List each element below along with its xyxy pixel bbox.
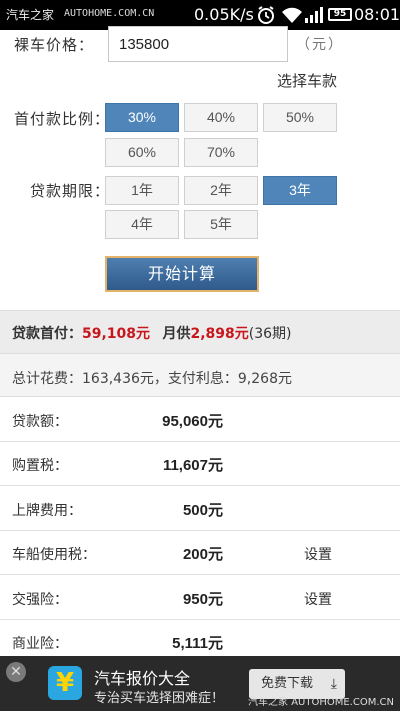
term-option-4[interactable]: 4年: [105, 210, 179, 239]
ad-subtitle: 专治买车选择困难症！: [94, 691, 225, 706]
payment-summary: 贷款首付：59,108元 月供2,898元(36期): [0, 310, 400, 354]
close-icon[interactable]: ✕: [6, 662, 26, 682]
detail-row-registration-fee: 上牌费用： 500元: [0, 487, 400, 531]
compulsory-insurance-settings-link[interactable]: 设置: [304, 589, 332, 609]
row-value: 950元: [182, 591, 223, 608]
choose-model-link[interactable]: 选择车款: [277, 70, 337, 91]
row-label: 购置税：: [12, 458, 68, 474]
row-value: 95,060元: [162, 413, 223, 430]
monthly-payment-label: 月供: [162, 326, 191, 342]
detail-row-purchase-tax: 购置税： 11,607元: [0, 442, 400, 486]
ad-title: 汽车报价大全: [94, 669, 191, 688]
alarm-icon: [258, 6, 274, 24]
ad-banner[interactable]: ✕ ¥ 汽车报价大全 专治买车选择困难症！ 免费下载 ⤓ 汽车之家 AUTOHO…: [0, 656, 400, 711]
down-payment-amount: 59,108元: [82, 326, 151, 342]
status-time: 08:01: [354, 5, 400, 24]
total-cost-summary: 总计花费：163,436元，支付利息：9,268元: [0, 354, 400, 397]
down-option-30[interactable]: 30%: [105, 103, 179, 132]
app-logo-icon: ¥: [48, 666, 82, 700]
term-option-5[interactable]: 5年: [184, 210, 258, 239]
signal-icon: [305, 7, 323, 23]
down-option-50[interactable]: 50%: [263, 103, 337, 132]
row-label: 上牌费用：: [12, 503, 82, 519]
ad-watermark: 汽车之家 AUTOHOME.COM.CN: [248, 697, 394, 708]
detail-row-vehicle-tax: 车船使用税： 200元 设置: [0, 531, 400, 575]
term-option-1[interactable]: 1年: [105, 176, 179, 205]
row-value: 11,607元: [162, 457, 223, 474]
row-label: 交强险：: [12, 592, 68, 608]
row-label: 车船使用税：: [12, 547, 96, 563]
vehicle-tax-settings-link[interactable]: 设置: [304, 544, 332, 564]
row-label: 贷款额：: [12, 414, 68, 430]
loan-periods: (36期): [248, 326, 292, 342]
row-value: 500元: [182, 502, 223, 519]
total-cost-text: 总计花费：163,436元，支付利息：9,268元: [12, 371, 292, 387]
detail-row-loan-amount: 贷款额： 95,060元: [0, 398, 400, 442]
wifi-icon: [282, 7, 302, 23]
monthly-payment-amount: 2,898元: [190, 326, 249, 342]
term-option-3[interactable]: 3年: [263, 176, 337, 205]
down-option-70[interactable]: 70%: [184, 138, 258, 167]
row-value: 5,111元: [172, 635, 223, 652]
loan-term-label: 贷款期限：: [30, 182, 111, 200]
detail-row-compulsory-insurance: 交强险： 950元 设置: [0, 576, 400, 620]
price-input[interactable]: [108, 26, 288, 62]
down-payment-summary-label: 贷款首付：: [12, 326, 82, 342]
price-unit: （元）: [296, 37, 344, 53]
row-value: 200元: [182, 546, 223, 563]
price-label: 裸车价格：: [14, 36, 95, 54]
down-payment-label: 首付款比例：: [14, 110, 111, 128]
term-option-2[interactable]: 2年: [184, 176, 258, 205]
status-watermark: 汽车之家: [6, 8, 55, 22]
payment-summary-text: 贷款首付：59,108元 月供2,898元(36期): [12, 323, 292, 343]
download-label: 免费下载: [261, 676, 314, 691]
down-option-60[interactable]: 60%: [105, 138, 179, 167]
start-calculation-button[interactable]: 开始计算: [105, 256, 259, 292]
down-option-40[interactable]: 40%: [184, 103, 258, 132]
status-url: AUTOHOME.COM.CN: [64, 8, 155, 19]
battery-indicator: 95: [328, 8, 352, 21]
network-speed: 0.05K/s: [194, 5, 254, 24]
row-label: 商业险：: [12, 636, 68, 652]
